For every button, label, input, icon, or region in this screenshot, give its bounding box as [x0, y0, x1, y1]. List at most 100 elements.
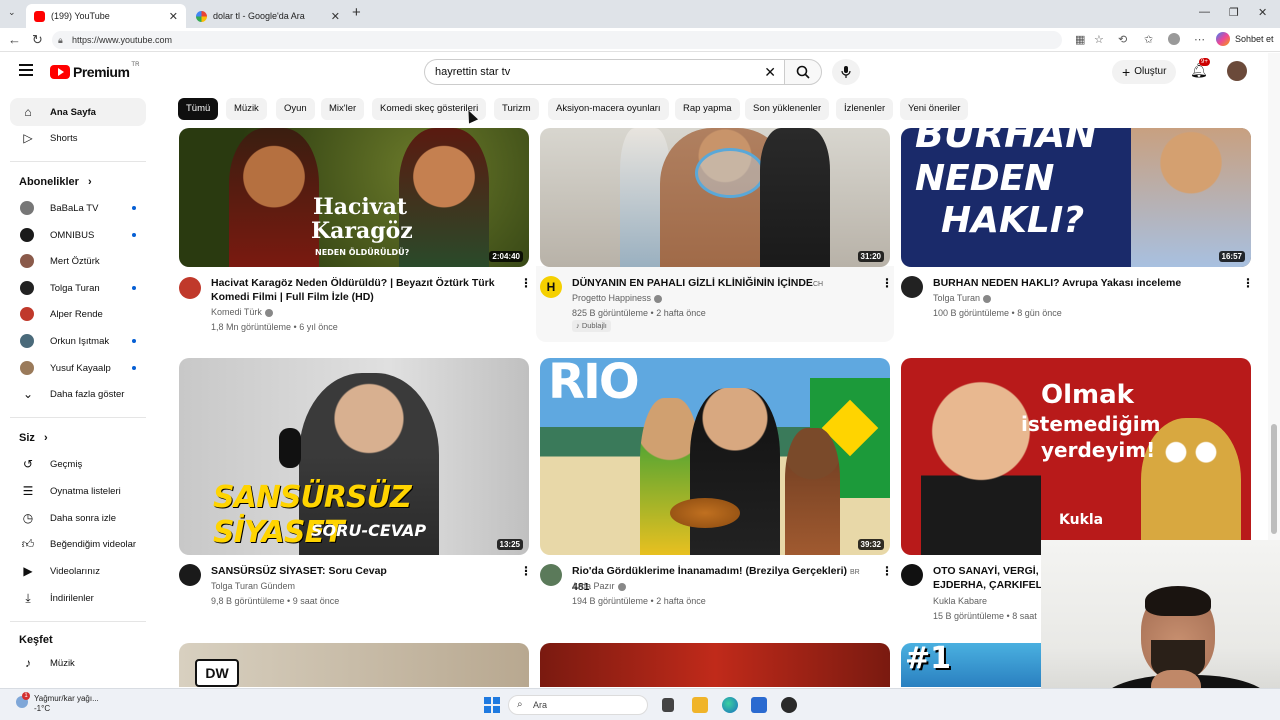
video-thumbnail[interactable]: #1 [901, 643, 1041, 687]
voice-search-button[interactable] [832, 59, 860, 85]
refresh-icon[interactable]: ↻ [32, 32, 43, 48]
channel-name[interactable]: Tolga Turan Gündem [211, 581, 295, 591]
new-tab-icon[interactable]: + [352, 4, 361, 21]
subscriptions-heading[interactable]: Abonelikler › [19, 176, 92, 188]
more-actions-icon[interactable]: ⋮ [1242, 276, 1254, 290]
chip-mixes[interactable]: Mix'ler [321, 98, 365, 120]
sidebar-item-your-videos[interactable]: ▶ Videolarınız [10, 557, 146, 585]
minimize-icon[interactable]: — [1199, 6, 1210, 18]
create-button[interactable]: + Oluştur [1112, 60, 1177, 84]
more-actions-icon[interactable]: ⋮ [881, 564, 893, 578]
sidebar-item-history[interactable]: ↺ Geçmiş [10, 450, 146, 478]
thumbnail-title-text: Karagöz [311, 218, 413, 244]
sidebar-item-playlists[interactable]: ☰ Oynatma listeleri [10, 477, 146, 505]
tab-youtube[interactable]: (199) YouTube ✕ [26, 4, 186, 28]
restore-icon[interactable]: ❐ [1229, 6, 1239, 19]
sidebar-item-shorts[interactable]: ▷ Shorts [10, 124, 146, 152]
search-input[interactable]: hayrettin star tv ✕ [424, 59, 784, 85]
obs-icon[interactable] [781, 697, 797, 713]
video-title[interactable]: DÜNYANIN EN PAHALI GİZLİ KLİNİĞİNİN İÇİN… [572, 276, 872, 292]
channel-name[interactable]: Progetto Happiness [572, 293, 663, 303]
store-icon[interactable] [751, 697, 767, 713]
sidebar-item-music[interactable]: ♪ Müzik [10, 649, 146, 677]
you-heading[interactable]: Siz › [19, 432, 48, 444]
sidebar-item-home[interactable]: ⌂ Ana Sayfa [10, 98, 146, 126]
scrollbar-thumb[interactable] [1271, 424, 1277, 534]
chip-all[interactable]: Tümü [178, 98, 219, 120]
video-thumbnail[interactable] [540, 643, 890, 687]
extensions-icon[interactable]: ⟲ [1118, 33, 1127, 46]
close-tab-icon[interactable]: ✕ [331, 10, 340, 23]
video-title[interactable]: OTO SANAYİ, VERGİ, V EJDERHA, ÇARKIFELE [933, 564, 1043, 592]
chip-action-adventure-games[interactable]: Aksiyon-macera oyunları [548, 98, 669, 120]
chip-recently-uploaded[interactable]: Son yüklenenler [745, 98, 830, 120]
chip-tourism[interactable]: Turizm [494, 98, 539, 120]
notifications-button[interactable]: 🔔︎ 9+ [1190, 58, 1210, 79]
channel-name[interactable]: Kukla Kabare [933, 596, 987, 606]
favorite-star-icon[interactable]: ☆ [1094, 33, 1104, 46]
sidebar-item-watch-later[interactable]: ◷ Daha sonra izle [10, 504, 146, 532]
channel-avatar[interactable] [540, 564, 562, 586]
apps-icon[interactable]: ▦ [1075, 33, 1085, 46]
sidebar-item-mert-ozturk[interactable]: Mert Öztürk [10, 247, 146, 275]
sidebar-item-downloads[interactable]: ⤓ İndirilenler [10, 584, 146, 612]
favorites-icon[interactable]: ✩ [1144, 33, 1153, 46]
sidebar-item-tolga-turan[interactable]: Tolga Turan [10, 274, 146, 302]
back-icon[interactable]: ← [8, 32, 21, 47]
youtube-logo[interactable]: Premium TR [50, 62, 139, 80]
sidebar-item-omnibus[interactable]: OMNIBUS [10, 221, 146, 249]
copilot-button[interactable]: Sohbet et [1216, 32, 1274, 46]
menu-icon[interactable] [19, 64, 33, 79]
video-thumbnail[interactable]: 31:20 [540, 128, 890, 267]
url-field[interactable]: 🔒︎ https://www.youtube.com [52, 31, 1062, 49]
account-avatar[interactable] [1227, 61, 1247, 81]
windows-start-icon[interactable] [484, 697, 500, 713]
chip-watched[interactable]: İzlenenler [836, 98, 894, 120]
more-actions-icon[interactable]: ⋮ [520, 564, 532, 578]
sidebar-item-babala-tv[interactable]: BaBaLa TV [10, 194, 146, 222]
channel-name[interactable]: Tolga Turan [933, 293, 992, 303]
channel-avatar[interactable] [901, 276, 923, 298]
chip-rapping[interactable]: Rap yapma [675, 98, 740, 120]
chip-new-to-you[interactable]: Yeni öneriler [900, 98, 969, 120]
sidebar-item-label: Daha sonra izle [50, 512, 117, 524]
video-thumbnail[interactable]: SANSÜRSÜZ SİYASET SORU-CEVAP 13:25 [179, 358, 529, 555]
chip-music[interactable]: Müzik [226, 98, 267, 120]
sidebar-item-yusuf-kayaalp[interactable]: Yusuf Kayaalp [10, 354, 146, 382]
channel-avatar[interactable] [179, 564, 201, 586]
weather-widget[interactable]: Yağmur/kar yağı... -1°C [34, 694, 99, 714]
edge-browser-icon[interactable] [722, 697, 738, 713]
sidebar-item-orkun-isitmak[interactable]: Orkun Işıtmak [10, 327, 146, 355]
channel-avatar[interactable] [179, 277, 201, 299]
close-tab-icon[interactable]: ✕ [169, 10, 178, 23]
video-title[interactable]: SANSÜRSÜZ SİYASET: Soru Cevap [211, 564, 511, 578]
video-title[interactable]: Hacivat Karagöz Neden Öldürüldü? | Beyaz… [211, 276, 511, 304]
chip-gaming[interactable]: Oyun [276, 98, 315, 120]
video-thumbnail[interactable]: RIO 39:32 [540, 358, 890, 555]
search-button[interactable] [784, 59, 822, 85]
show-more-button[interactable]: ⌄ Daha fazla göster [10, 380, 146, 408]
task-view-icon[interactable] [662, 698, 674, 712]
file-explorer-icon[interactable] [692, 697, 708, 713]
tab-actions-icon[interactable]: ⌄ [8, 7, 16, 18]
video-thumbnail[interactable]: Hacivat Karagöz NEDEN ÖLDÜRÜLDÜ? 2:04:40 [179, 128, 529, 267]
more-icon[interactable]: ⋯ [1194, 33, 1205, 46]
taskbar-search-input[interactable]: ⌕ Ara [508, 695, 648, 715]
profile-icon[interactable] [1168, 33, 1180, 45]
channel-name[interactable]: Arda Pazır [572, 581, 626, 591]
close-window-icon[interactable]: ✕ [1258, 6, 1267, 19]
tab-google[interactable]: dolar tl - Google'da Ara ✕ [188, 4, 348, 28]
sidebar-item-liked-videos[interactable]: 👍︎ Beğendiğim videolar [10, 530, 146, 558]
sidebar-item-alper-rende[interactable]: Alper Rende [10, 300, 146, 328]
channel-name[interactable]: Komedi Türk [211, 307, 273, 317]
video-thumbnail[interactable]: BURHAN NEDEN HAKLI? 16:57 [901, 128, 1251, 267]
clear-search-icon[interactable]: ✕ [764, 60, 776, 84]
video-thumbnail[interactable]: Olmak istemediğim yerdeyim! Kukla [901, 358, 1251, 555]
weather-condition: Yağmur/kar yağı... [34, 694, 99, 703]
video-thumbnail[interactable]: DW [179, 643, 529, 687]
video-title[interactable]: BURHAN NEDEN HAKLI? Avrupa Yakası incele… [933, 276, 1233, 290]
channel-avatar[interactable]: H [540, 276, 562, 298]
more-actions-icon[interactable]: ⋮ [520, 276, 532, 290]
channel-avatar[interactable] [901, 564, 923, 586]
more-actions-icon[interactable]: ⋮ [881, 276, 893, 290]
